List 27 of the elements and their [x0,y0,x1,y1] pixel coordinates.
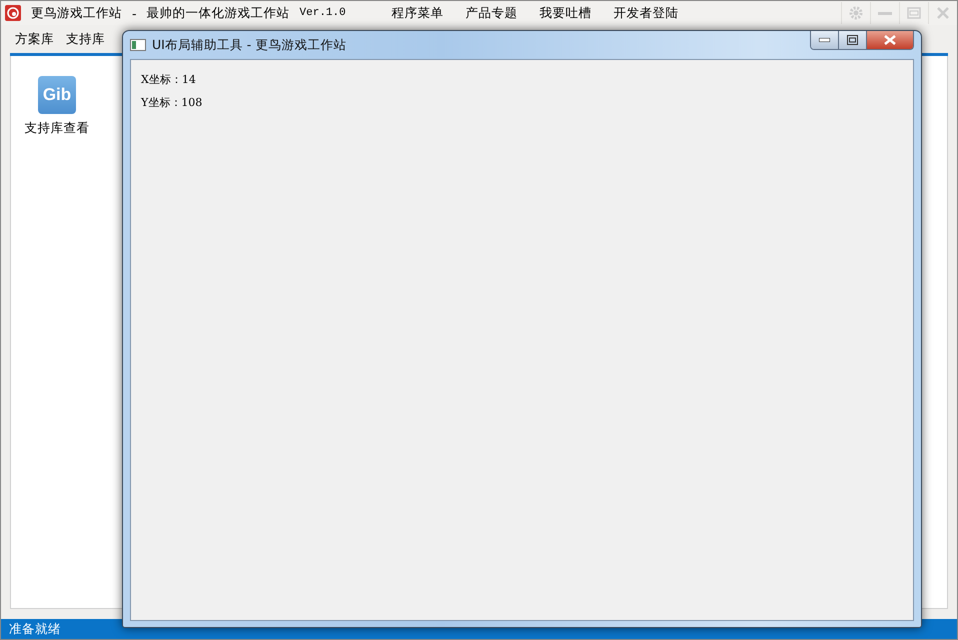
close-icon [884,35,896,45]
coordinate-label: Y坐标：108 [141,95,202,110]
tab[interactable]: 支持库 [66,31,105,51]
app-logo-icon [5,5,21,21]
window-icon [130,39,146,51]
window-title: UI布局辅助工具 - 更鸟游戏工作站 [152,36,346,54]
maximize-icon [847,35,858,45]
settings-icon[interactable] [848,5,864,21]
menu-item[interactable]: 程序菜单 [392,4,444,22]
close-icon[interactable] [936,6,950,20]
title-separator: - [132,6,137,20]
app-title: 更鸟游戏工作站 [31,4,122,22]
maximize-button[interactable] [838,31,866,49]
status-text: 准备就绪 [9,620,61,638]
coordinate-label: X坐标：14 [141,72,196,87]
app-subtitle: 最帅的一体化游戏工作站 [146,4,290,22]
menu-item[interactable]: 产品专题 [466,4,518,22]
close-button[interactable] [866,31,913,49]
minimize-icon [819,38,830,42]
minimize-icon[interactable] [878,10,892,16]
menu-item[interactable]: 我要吐槽 [540,4,592,22]
version-label: Ver.1.0 [300,7,346,19]
menu-item[interactable]: 开发者登陆 [614,4,679,22]
maximize-icon[interactable] [907,7,921,19]
tab[interactable]: 方案库 [15,31,54,51]
minimize-button[interactable] [811,31,838,49]
tool-label[interactable]: 支持库查看 [24,120,90,137]
